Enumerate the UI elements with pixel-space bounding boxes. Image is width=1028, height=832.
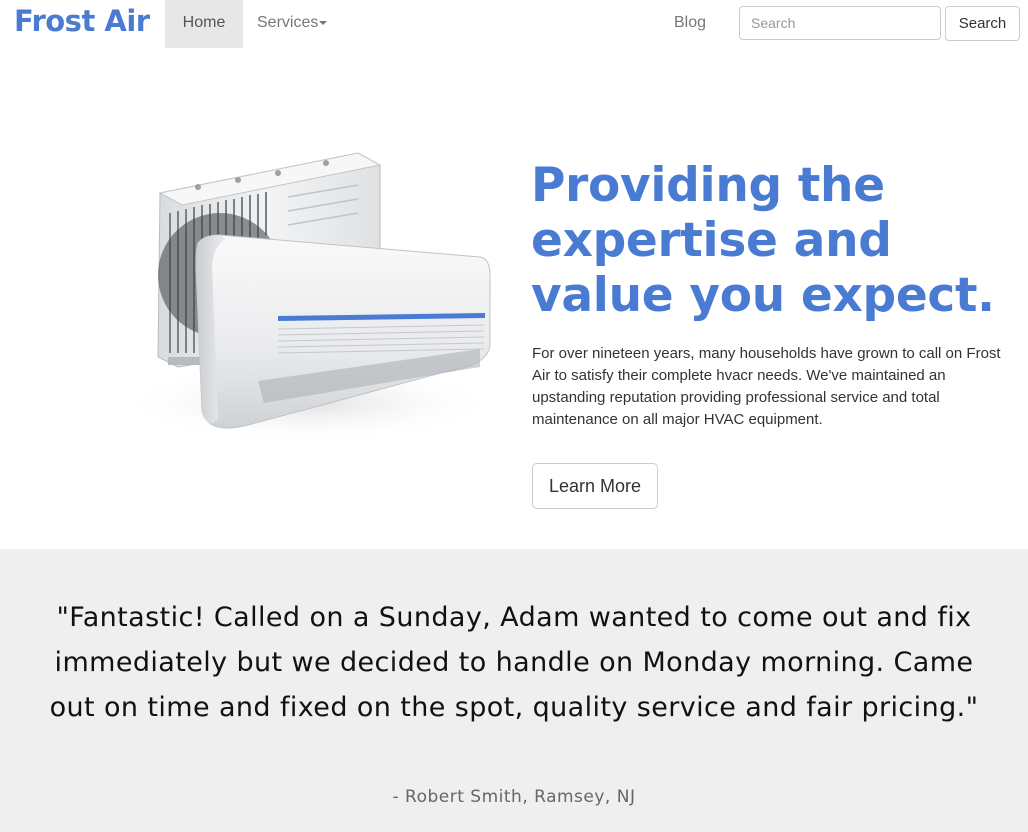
nav-item-blog[interactable]: Blog [674, 0, 706, 48]
hero-heading: Providing the expertise and value you ex… [531, 158, 1011, 323]
navbar: Frost Air Home Services Blog Search [0, 0, 1028, 48]
testimonial-author: - Robert Smith, Ramsey, NJ [392, 787, 636, 807]
hero-heading-line: Providing the [531, 158, 885, 213]
testimonial-section: "Fantastic! Called on a Sunday, Adam wan… [0, 549, 1028, 832]
learn-more-button[interactable]: Learn More [532, 463, 658, 509]
search-button[interactable]: Search [945, 6, 1020, 41]
brand-logo[interactable]: Frost Air [14, 4, 150, 38]
nav-item-services[interactable]: Services [257, 0, 328, 48]
hero-heading-line: value you expect. [531, 268, 995, 323]
nav-services-label: Services [257, 14, 319, 31]
nav-item-home[interactable]: Home [165, 0, 243, 48]
caret-down-icon [319, 20, 328, 25]
testimonial-quote: "Fantastic! Called on a Sunday, Adam wan… [49, 602, 979, 723]
hero-description: For over nineteen years, many households… [532, 345, 1001, 428]
hero-heading-line: expertise and [531, 213, 892, 268]
search-input[interactable] [739, 6, 941, 40]
air-conditioner-image [118, 152, 498, 443]
